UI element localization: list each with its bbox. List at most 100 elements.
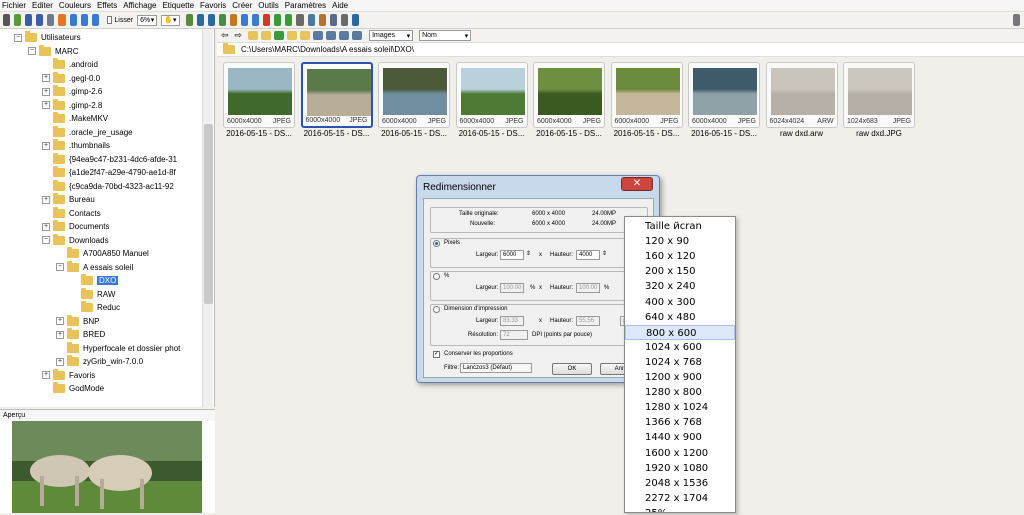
- rotate-left-icon[interactable]: [274, 14, 282, 26]
- dropdown-option[interactable]: 1920 x 1080: [625, 461, 735, 476]
- percent-radio[interactable]: [433, 273, 440, 280]
- dropdown-option[interactable]: 1600 x 1200: [625, 446, 735, 461]
- tree-item[interactable]: {a1de2f47-a29e-4790-ae1d-8f: [42, 166, 176, 179]
- save-as-icon[interactable]: [36, 14, 44, 26]
- tree-item[interactable]: Hyperfocale et dossier phot: [56, 341, 180, 355]
- pixels-radio[interactable]: [433, 240, 440, 247]
- tree-item[interactable]: + zyGrib_win-7.0.0: [56, 355, 143, 368]
- print-icon[interactable]: [47, 14, 55, 26]
- dropdown-option[interactable]: 2048 x 1536: [625, 476, 735, 491]
- tree-item[interactable]: + .gimp-2.6: [42, 85, 102, 98]
- expand-icon[interactable]: +: [42, 222, 50, 231]
- tree-item[interactable]: − A essais soleil: [56, 260, 133, 274]
- tree-item[interactable]: Contacts: [42, 206, 101, 220]
- thumbnails-icon[interactable]: [326, 31, 337, 40]
- details-icon[interactable]: [339, 31, 350, 40]
- dropdown-option[interactable]: 1024 x 768: [625, 355, 735, 370]
- tree-item[interactable]: DXO: [70, 274, 119, 287]
- tree-item[interactable]: + .thumbnails: [42, 139, 110, 152]
- menu-item[interactable]: Outils: [258, 1, 278, 10]
- sort-select[interactable]: Nom ▾: [419, 30, 472, 41]
- px-height-input[interactable]: 4000: [576, 250, 600, 260]
- thumbnail[interactable]: 6024x4024 ARW: [765, 62, 838, 128]
- tree-item[interactable]: − Downloads: [42, 233, 109, 247]
- move-folder-icon[interactable]: [300, 31, 311, 40]
- smooth-checkbox[interactable]: [106, 16, 113, 24]
- expand-icon[interactable]: +: [56, 357, 64, 366]
- dropdown-option[interactable]: 1440 x 900: [625, 430, 735, 445]
- menu-item[interactable]: Favoris: [200, 1, 226, 10]
- thumbnail[interactable]: 6000x4000 JPEG: [378, 62, 450, 128]
- thumbnail[interactable]: 6000x4000 JPEG: [300, 62, 373, 128]
- dropdown-option[interactable]: 320 x 240: [625, 279, 735, 294]
- thumbnail[interactable]: 6000x4000 JPEG: [455, 62, 528, 128]
- tree-item[interactable]: + BNP: [56, 314, 99, 328]
- tree-item[interactable]: + BRED: [56, 328, 105, 341]
- new-folder-icon[interactable]: [261, 31, 272, 40]
- compare-icon[interactable]: [207, 14, 215, 26]
- menu-item[interactable]: Affichage: [123, 1, 156, 10]
- print-radio[interactable]: [433, 306, 440, 313]
- view-icon[interactable]: [313, 31, 324, 40]
- menu-item[interactable]: Effets: [97, 1, 117, 10]
- tree-item[interactable]: + .gimp-2.8: [42, 98, 102, 112]
- parent-folder-icon[interactable]: [248, 31, 259, 40]
- adjust-icon[interactable]: [318, 14, 326, 26]
- copy-folder-icon[interactable]: [287, 31, 298, 40]
- refresh-icon[interactable]: [274, 31, 285, 40]
- tree-item[interactable]: RAW: [70, 287, 115, 301]
- menu-item[interactable]: Editer: [32, 1, 53, 10]
- menu-item[interactable]: Fichier: [2, 1, 26, 10]
- zoom-full-icon[interactable]: [91, 14, 99, 26]
- keep-ratio-checkbox[interactable]: ✓: [433, 351, 440, 358]
- menu-item[interactable]: Couleurs: [59, 1, 91, 10]
- dropdown-option[interactable]: 160 x 120: [625, 249, 735, 264]
- tree-item[interactable]: + Documents: [42, 220, 109, 233]
- expand-icon[interactable]: +: [42, 371, 50, 379]
- collapse-icon[interactable]: −: [42, 236, 50, 244]
- expand-icon[interactable]: +: [42, 195, 50, 204]
- expand-icon[interactable]: +: [56, 330, 64, 339]
- dropdown-option[interactable]: 120 x 90: [625, 234, 735, 249]
- menu-item[interactable]: Paramètres: [285, 1, 326, 10]
- thumbnail[interactable]: 6000x4000 JPEG: [533, 62, 605, 128]
- resolution-select[interactable]: 72: [500, 330, 528, 340]
- fullscreen-icon[interactable]: [185, 14, 193, 26]
- zoom-in-icon[interactable]: [58, 14, 66, 26]
- collapse-icon[interactable]: −: [14, 33, 22, 42]
- dropdown-option[interactable]: 1366 x 768: [625, 415, 735, 430]
- address-bar[interactable]: C:\Users\MARC\Downloads\A essais soleil\…: [217, 43, 1024, 57]
- px-width-input[interactable]: 6000: [500, 250, 524, 260]
- tree-item[interactable]: Reduc: [70, 301, 120, 314]
- pct-width-input[interactable]: 100.00: [500, 283, 524, 293]
- tree-item[interactable]: GodMode: [42, 382, 104, 395]
- dropdown-option[interactable]: 200 x 150: [625, 264, 735, 279]
- thumbnail[interactable]: 1024x683 JPEG: [843, 62, 915, 128]
- tree-scrollbar[interactable]: [202, 29, 213, 407]
- thumbnail[interactable]: 6000x4000 JPEG: [610, 62, 683, 128]
- expand-icon[interactable]: +: [42, 101, 50, 109]
- first-icon[interactable]: [240, 14, 249, 26]
- list-icon[interactable]: [352, 31, 363, 40]
- expand-icon[interactable]: +: [42, 141, 50, 150]
- dropdown-option[interactable]: 640 x 480: [625, 310, 735, 325]
- tree-item[interactable]: − MARC: [28, 44, 79, 58]
- printer-icon[interactable]: [340, 14, 348, 26]
- zoom-out-icon[interactable]: [69, 14, 77, 26]
- email-icon[interactable]: [351, 14, 359, 26]
- prev-icon[interactable]: [252, 14, 260, 26]
- ok-button[interactable]: OK: [552, 363, 592, 375]
- dropdown-option[interactable]: Taille йcran: [625, 219, 735, 234]
- resize-icon[interactable]: [307, 14, 315, 26]
- dropdown-option[interactable]: 1280 x 800: [625, 385, 735, 400]
- info-icon[interactable]: [218, 14, 226, 26]
- expand-icon[interactable]: +: [56, 317, 64, 325]
- zoom-select[interactable]: 6% ▾: [137, 14, 158, 26]
- forward-icon[interactable]: ⇨: [235, 30, 243, 41]
- thumbnail[interactable]: 6000x4000 JPEG: [223, 62, 295, 128]
- tree-item[interactable]: + .gegl-0.0: [42, 71, 100, 85]
- save-icon[interactable]: [25, 14, 33, 26]
- open-icon[interactable]: [14, 14, 22, 26]
- dropdown-option[interactable]: 400 x 300: [625, 295, 735, 310]
- camera-icon[interactable]: [3, 14, 11, 26]
